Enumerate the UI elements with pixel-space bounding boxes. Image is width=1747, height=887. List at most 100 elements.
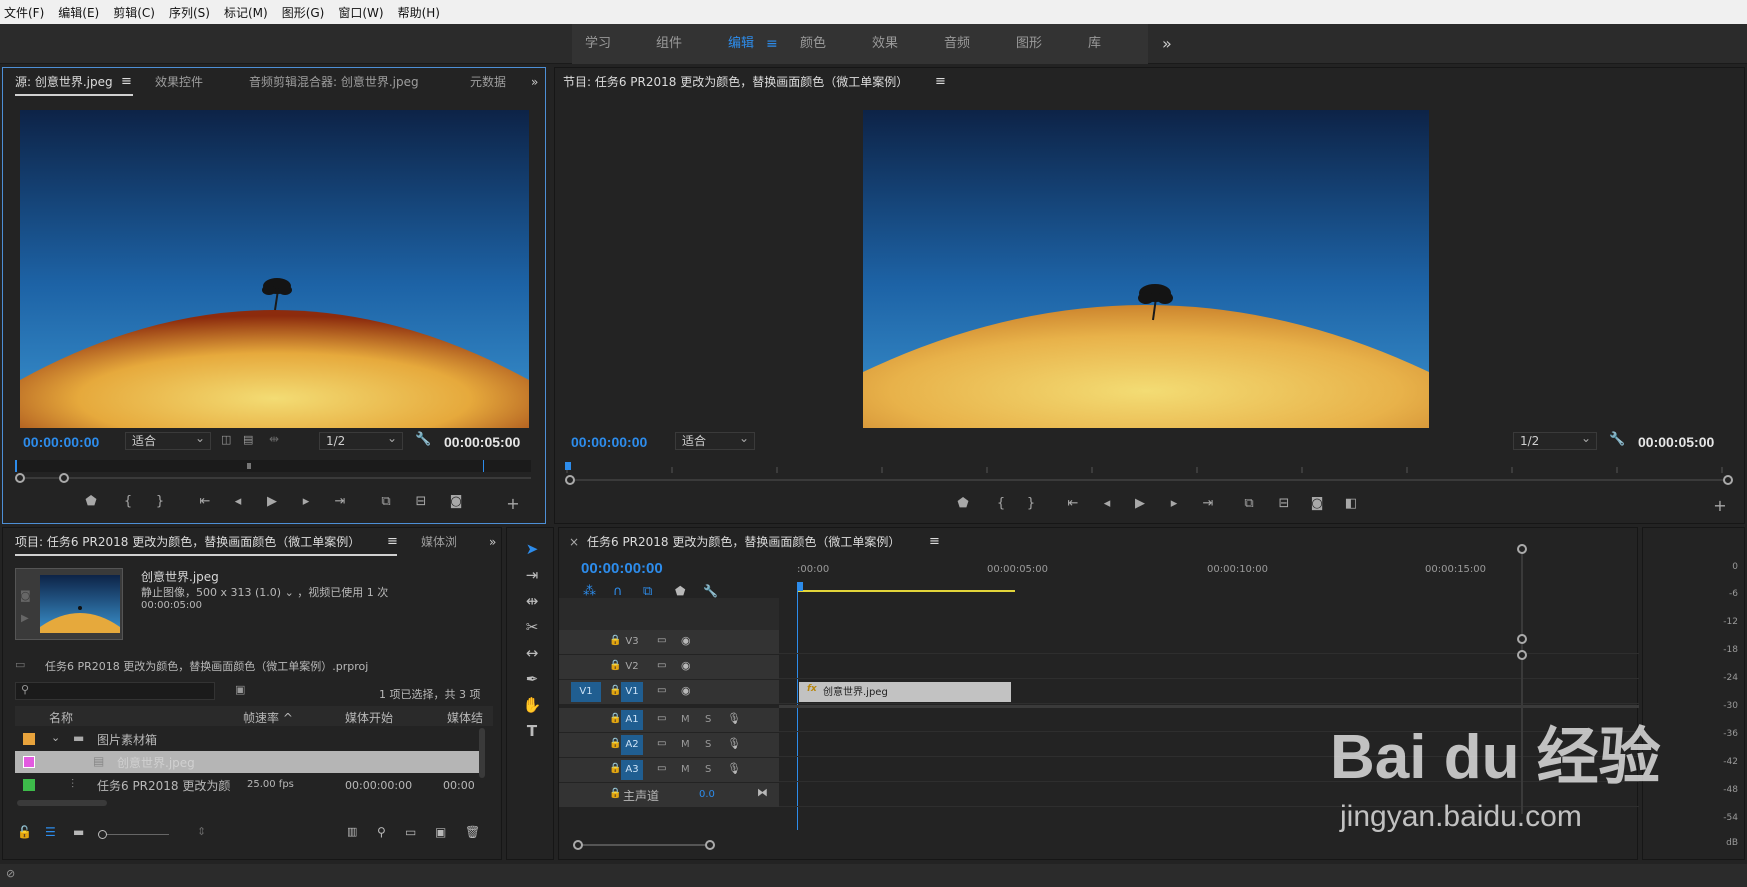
eye-icon[interactable]: ◉ bbox=[681, 659, 691, 672]
program-timecode-in[interactable]: 00:00:00:00 bbox=[571, 434, 647, 450]
program-go-to-out-icon[interactable]: ⇥ bbox=[1198, 494, 1218, 514]
type-tool-icon[interactable]: T bbox=[521, 720, 543, 742]
sync-lock-icon[interactable]: ▭ bbox=[657, 763, 666, 774]
project-search-input[interactable]: ⚲ bbox=[15, 682, 215, 700]
track-target-v1[interactable]: V1 bbox=[621, 682, 643, 702]
list-item[interactable]: ⌄ ▬ 图片素材箱 bbox=[15, 728, 481, 750]
microphone-icon[interactable]: 🎙 bbox=[727, 762, 741, 775]
program-mark-in-icon[interactable]: { bbox=[991, 494, 1011, 514]
microphone-icon[interactable]: 🎙 bbox=[727, 712, 741, 725]
timeline-vertical-scrollbar[interactable] bbox=[1517, 544, 1527, 814]
program-fit-dropdown[interactable]: 适合 bbox=[675, 430, 755, 450]
razor-tool-icon[interactable]: ✂ bbox=[521, 616, 543, 638]
source-play-icon[interactable]: ▶ bbox=[262, 492, 282, 512]
column-name[interactable]: 名称 bbox=[49, 709, 73, 726]
automate-to-sequence-icon[interactable]: ▥ bbox=[347, 825, 357, 838]
thumbnail-size-slider[interactable] bbox=[98, 830, 169, 839]
sort-icon[interactable]: ⇕ bbox=[197, 825, 206, 838]
source-zoom-bar[interactable] bbox=[15, 473, 531, 483]
selection-tool-icon[interactable]: ➤ bbox=[521, 538, 543, 560]
ripple-edit-tool-icon[interactable]: ⇹ bbox=[521, 590, 543, 612]
project-horizontal-scrollbar[interactable] bbox=[17, 800, 107, 806]
lock-icon[interactable]: 🔒 bbox=[609, 788, 621, 799]
workspace-graphics[interactable]: 图形 bbox=[1016, 24, 1042, 64]
timeline-ruler[interactable]: :00:00 00:00:05:00 00:00:10:00 00:00:15:… bbox=[797, 564, 1629, 594]
project-overflow-icon[interactable]: » bbox=[489, 528, 496, 556]
project-panel-menu-icon[interactable]: ≡ bbox=[387, 528, 398, 556]
track-target-a1[interactable]: A1 bbox=[621, 710, 643, 730]
sync-lock-icon[interactable]: ▭ bbox=[657, 713, 666, 724]
menu-help[interactable]: 帮助(H) bbox=[398, 4, 440, 21]
eye-icon[interactable]: ◉ bbox=[681, 634, 691, 647]
track-target-a2[interactable]: A2 bbox=[621, 735, 643, 755]
program-zoom-handle-left[interactable] bbox=[565, 475, 575, 485]
add-marker-icon[interactable]: ⬟ bbox=[675, 584, 685, 598]
source-overwrite-button-icon[interactable]: ⊟ bbox=[411, 492, 431, 512]
thumbnail-play-icon[interactable]: ▶ bbox=[21, 613, 29, 624]
lock-icon[interactable]: 🔒 bbox=[609, 763, 621, 774]
program-play-icon[interactable]: ▶ bbox=[1130, 494, 1150, 514]
source-insert-icon[interactable]: ◫ bbox=[221, 433, 231, 446]
source-go-to-in-icon[interactable]: ⇤ bbox=[195, 492, 215, 512]
source-scrub-bar[interactable] bbox=[15, 460, 531, 472]
chevron-down-icon[interactable]: ⌄ bbox=[51, 731, 60, 744]
sync-lock-icon[interactable]: ▭ bbox=[657, 660, 666, 671]
workspace-effects[interactable]: 效果 bbox=[872, 24, 898, 64]
menu-clip[interactable]: 剪辑(C) bbox=[113, 4, 155, 21]
trash-icon[interactable]: 🗑 bbox=[465, 825, 480, 839]
source-fit-dropdown[interactable]: 适合 bbox=[125, 430, 211, 450]
fx-badge[interactable]: fx bbox=[807, 684, 817, 694]
program-resolution-dropdown[interactable]: 1/2 bbox=[1513, 430, 1597, 450]
lock-icon[interactable]: 🔒 bbox=[609, 713, 621, 724]
video-clip[interactable]: fx 创意世界.jpeg bbox=[799, 682, 1011, 702]
workspace-libraries[interactable]: 库 bbox=[1088, 24, 1101, 64]
label-color-swatch[interactable] bbox=[23, 733, 35, 745]
menu-window[interactable]: 窗口(W) bbox=[338, 4, 383, 21]
track-target-a3[interactable]: A3 bbox=[621, 760, 643, 780]
source-mark-in-icon[interactable]: { bbox=[118, 492, 138, 512]
menu-sequence[interactable]: 序列(S) bbox=[169, 4, 210, 21]
workspace-editing[interactable]: 编辑 bbox=[728, 24, 754, 64]
clip-thumbnail[interactable]: ◙ ▶ bbox=[15, 568, 123, 640]
solo-button[interactable]: S bbox=[705, 764, 711, 775]
program-step-forward-icon[interactable]: ▸ bbox=[1164, 494, 1184, 514]
source-step-forward-icon[interactable]: ▸ bbox=[296, 492, 316, 512]
icon-view-icon[interactable]: ▬ bbox=[73, 825, 84, 839]
source-go-to-out-icon[interactable]: ⇥ bbox=[330, 492, 350, 512]
find-icon[interactable]: ⚲ bbox=[377, 825, 386, 839]
workspace-assembly[interactable]: 组件 bbox=[656, 24, 682, 64]
workspace-learn[interactable]: 学习 bbox=[585, 24, 611, 64]
source-overwrite-icon[interactable]: ▤ bbox=[243, 433, 253, 446]
source-settings-wrench-icon[interactable]: 🔧 bbox=[415, 432, 431, 447]
program-export-frame-camera-icon[interactable]: ◙ bbox=[1307, 494, 1327, 514]
vscroll-handle-audio[interactable] bbox=[1517, 650, 1527, 660]
vscroll-handle-top[interactable] bbox=[1517, 544, 1527, 554]
program-add-button-icon[interactable]: + bbox=[1710, 496, 1730, 516]
hzoom-handle-right[interactable] bbox=[705, 840, 715, 850]
timeline-horizontal-zoom[interactable] bbox=[573, 840, 715, 850]
column-media-start[interactable]: 媒体开始 bbox=[345, 709, 393, 726]
workspace-menu-icon[interactable]: ≡ bbox=[766, 24, 778, 64]
source-zoom-handle-left[interactable] bbox=[15, 473, 25, 483]
workspace-audio[interactable]: 音频 bbox=[944, 24, 970, 64]
tab-source[interactable]: 源: 创意世界.jpeg bbox=[15, 68, 113, 96]
lock-icon[interactable]: 🔓 bbox=[17, 825, 32, 839]
program-mark-out-icon[interactable]: } bbox=[1021, 494, 1041, 514]
timeline-timecode[interactable]: 00:00:00:00 bbox=[581, 560, 663, 577]
hand-tool-icon[interactable]: ✋ bbox=[521, 694, 543, 716]
workspace-overflow-icon[interactable]: » bbox=[1162, 24, 1172, 64]
master-volume-value[interactable]: 0.0 bbox=[699, 789, 715, 800]
program-ruler[interactable] bbox=[565, 462, 1733, 473]
slip-tool-icon[interactable]: ↔ bbox=[521, 642, 543, 664]
solo-button[interactable]: S bbox=[705, 714, 711, 725]
program-add-marker-icon[interactable]: ⬟ bbox=[953, 494, 973, 514]
timeline-settings-wrench-icon[interactable]: 🔧 bbox=[703, 584, 718, 598]
go-to-end-icon[interactable]: ⧓ bbox=[757, 786, 768, 799]
linked-selection-icon[interactable]: ⧉ bbox=[643, 584, 652, 599]
source-playhead[interactable] bbox=[15, 460, 17, 472]
tab-effect-controls[interactable]: 效果控件 bbox=[155, 68, 203, 96]
project-vertical-scrollbar[interactable] bbox=[479, 728, 485, 778]
track-select-tool-icon[interactable]: ⇥ bbox=[521, 564, 543, 586]
source-add-button-icon[interactable]: + bbox=[503, 494, 523, 514]
program-panel-menu-icon[interactable]: ≡ bbox=[935, 68, 946, 96]
